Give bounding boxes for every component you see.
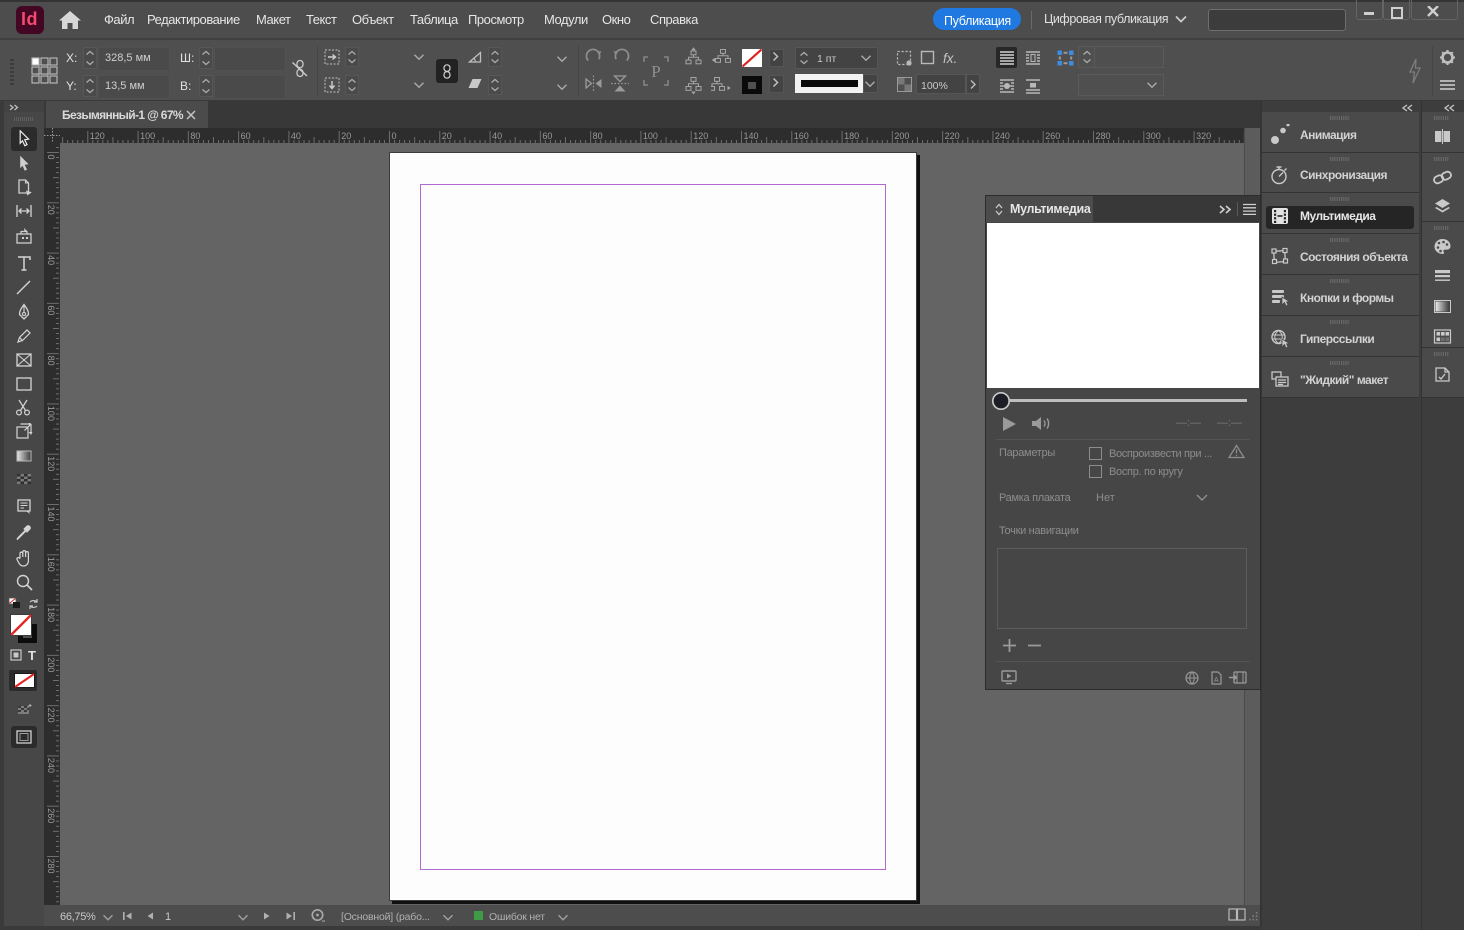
svg-text:80: 80 (46, 356, 56, 366)
svg-text:180: 180 (844, 131, 859, 141)
svg-text:220: 220 (46, 708, 56, 723)
svg-text:40: 40 (492, 131, 502, 141)
svg-text:20: 20 (46, 205, 56, 215)
svg-text:280: 280 (46, 859, 56, 874)
svg-text:240: 240 (995, 131, 1010, 141)
svg-text:120: 120 (693, 131, 708, 141)
svg-text:260: 260 (1045, 131, 1060, 141)
svg-text:20: 20 (341, 131, 351, 141)
svg-text:120: 120 (90, 131, 105, 141)
svg-text:40: 40 (46, 255, 56, 265)
svg-text:60: 60 (46, 305, 56, 315)
svg-text:A: A (1214, 677, 1219, 684)
svg-text:180: 180 (46, 607, 56, 622)
svg-text:160: 160 (46, 557, 56, 572)
svg-text:100: 100 (46, 406, 56, 421)
svg-text:160: 160 (794, 131, 809, 141)
svg-text:280: 280 (1096, 131, 1111, 141)
svg-text:140: 140 (46, 507, 56, 522)
svg-text:60: 60 (241, 131, 251, 141)
svg-text:100: 100 (643, 131, 658, 141)
svg-text:300: 300 (1146, 131, 1161, 141)
svg-text:140: 140 (744, 131, 759, 141)
svg-text:80: 80 (190, 131, 200, 141)
svg-text:P: P (651, 62, 660, 81)
svg-text:320: 320 (1196, 131, 1211, 141)
svg-text:220: 220 (945, 131, 960, 141)
svg-text:100: 100 (140, 131, 155, 141)
svg-text:60: 60 (542, 131, 552, 141)
svg-text:200: 200 (46, 657, 56, 672)
svg-text:260: 260 (46, 808, 56, 823)
svg-text:20: 20 (442, 131, 452, 141)
svg-text:0: 0 (46, 155, 56, 160)
svg-text:240: 240 (46, 758, 56, 773)
svg-text:120: 120 (46, 456, 56, 471)
svg-text:200: 200 (894, 131, 909, 141)
svg-text:0: 0 (392, 131, 397, 141)
svg-text:40: 40 (291, 131, 301, 141)
svg-text:80: 80 (593, 131, 603, 141)
